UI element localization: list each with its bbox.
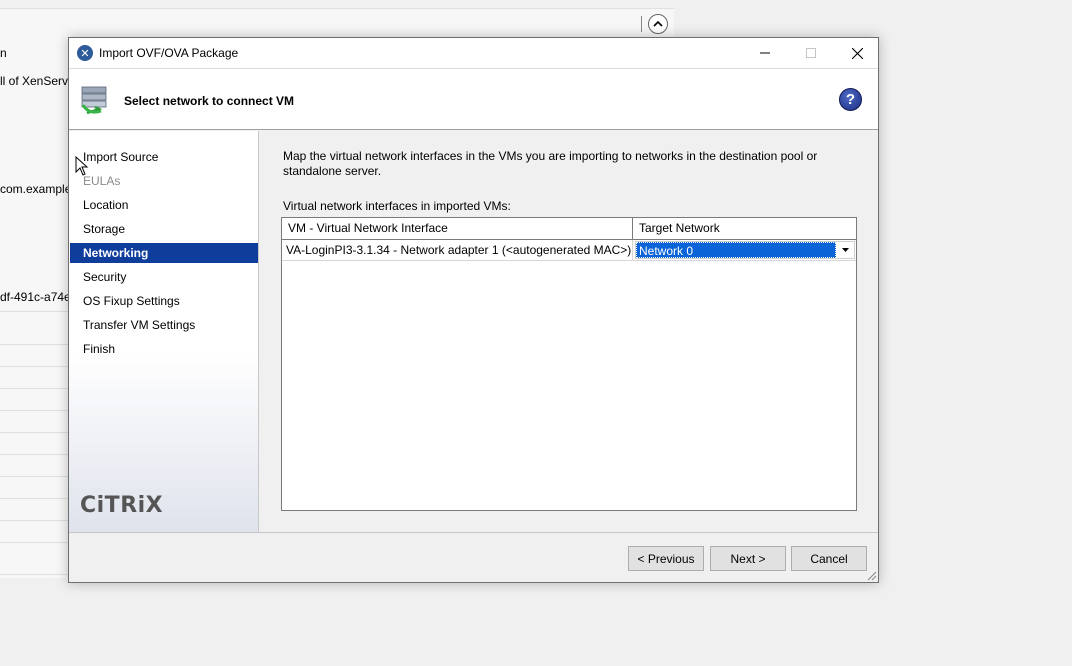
bg-text: ll of XenServe <box>0 74 75 88</box>
page-description: Map the virtual network interfaces in th… <box>283 149 818 178</box>
maximize-icon <box>806 48 816 58</box>
bg-divider <box>0 8 674 9</box>
network-mapping-grid: VM - Virtual Network Interface Target Ne… <box>281 217 857 511</box>
help-icon[interactable]: ? <box>839 88 862 111</box>
interfaces-list-label: Virtual network interfaces in imported V… <box>283 199 511 213</box>
close-button[interactable] <box>834 38 880 68</box>
maximize-button[interactable] <box>788 38 834 68</box>
grid-header: VM - Virtual Network Interface Target Ne… <box>282 218 856 240</box>
step-storage[interactable]: Storage <box>70 219 258 239</box>
wizard-steps-sidebar: Import Source EULAs Location Storage Net… <box>69 131 259 532</box>
wizard-footer: < Previous Next > Cancel <box>69 532 878 582</box>
network-wizard-icon <box>81 86 107 115</box>
previous-button[interactable]: < Previous <box>628 546 704 571</box>
resize-grip-icon[interactable] <box>865 569 877 581</box>
step-location[interactable]: Location <box>70 195 258 215</box>
cancel-button[interactable]: Cancel <box>791 546 867 571</box>
next-button[interactable]: Next > <box>710 546 786 571</box>
xenserver-icon: ✕ <box>77 45 93 61</box>
column-header-interface[interactable]: VM - Virtual Network Interface <box>282 218 633 239</box>
step-finish[interactable]: Finish <box>70 339 258 359</box>
minimize-icon <box>760 52 770 54</box>
mouse-cursor-icon <box>75 156 89 176</box>
step-import-source[interactable]: Import Source <box>70 147 258 167</box>
page-title: Select network to connect VM <box>124 94 295 108</box>
networking-content: Map the virtual network interfaces in th… <box>260 131 878 532</box>
dialog-title: Import OVF/OVA Package <box>99 46 239 60</box>
citrix-logo: CiTRiX <box>80 493 164 518</box>
bg-text: df-491c-a74e- <box>0 290 75 304</box>
step-os-fixup-settings[interactable]: OS Fixup Settings <box>70 291 258 311</box>
minimize-button[interactable] <box>742 38 788 68</box>
title-bar: ✕ Import OVF/OVA Package <box>69 38 878 68</box>
step-networking[interactable]: Networking <box>70 243 258 263</box>
target-network-value: Network 0 <box>636 242 836 258</box>
target-network-cell: Network 0 <box>633 240 856 260</box>
target-network-dropdown[interactable]: Network 0 <box>635 241 855 259</box>
bg-text: com.example <box>0 182 72 196</box>
import-dialog: ✕ Import OVF/OVA Package Select network … <box>68 37 879 583</box>
wizard-header: Select network to connect VM ? <box>69 68 878 130</box>
table-row[interactable]: VA-LoginPI3-3.1.34 - Network adapter 1 (… <box>282 240 856 261</box>
bg-text: n <box>0 46 7 60</box>
close-icon <box>851 47 863 59</box>
step-transfer-vm-settings[interactable]: Transfer VM Settings <box>70 315 258 335</box>
dropdown-arrow-icon[interactable] <box>836 242 854 258</box>
collapse-icon[interactable] <box>648 14 668 34</box>
interface-cell: VA-LoginPI3-3.1.34 - Network adapter 1 (… <box>282 240 633 260</box>
column-header-target-network[interactable]: Target Network <box>633 218 856 239</box>
bg-separator <box>641 16 642 32</box>
step-security[interactable]: Security <box>70 267 258 287</box>
step-eulas: EULAs <box>83 174 121 188</box>
